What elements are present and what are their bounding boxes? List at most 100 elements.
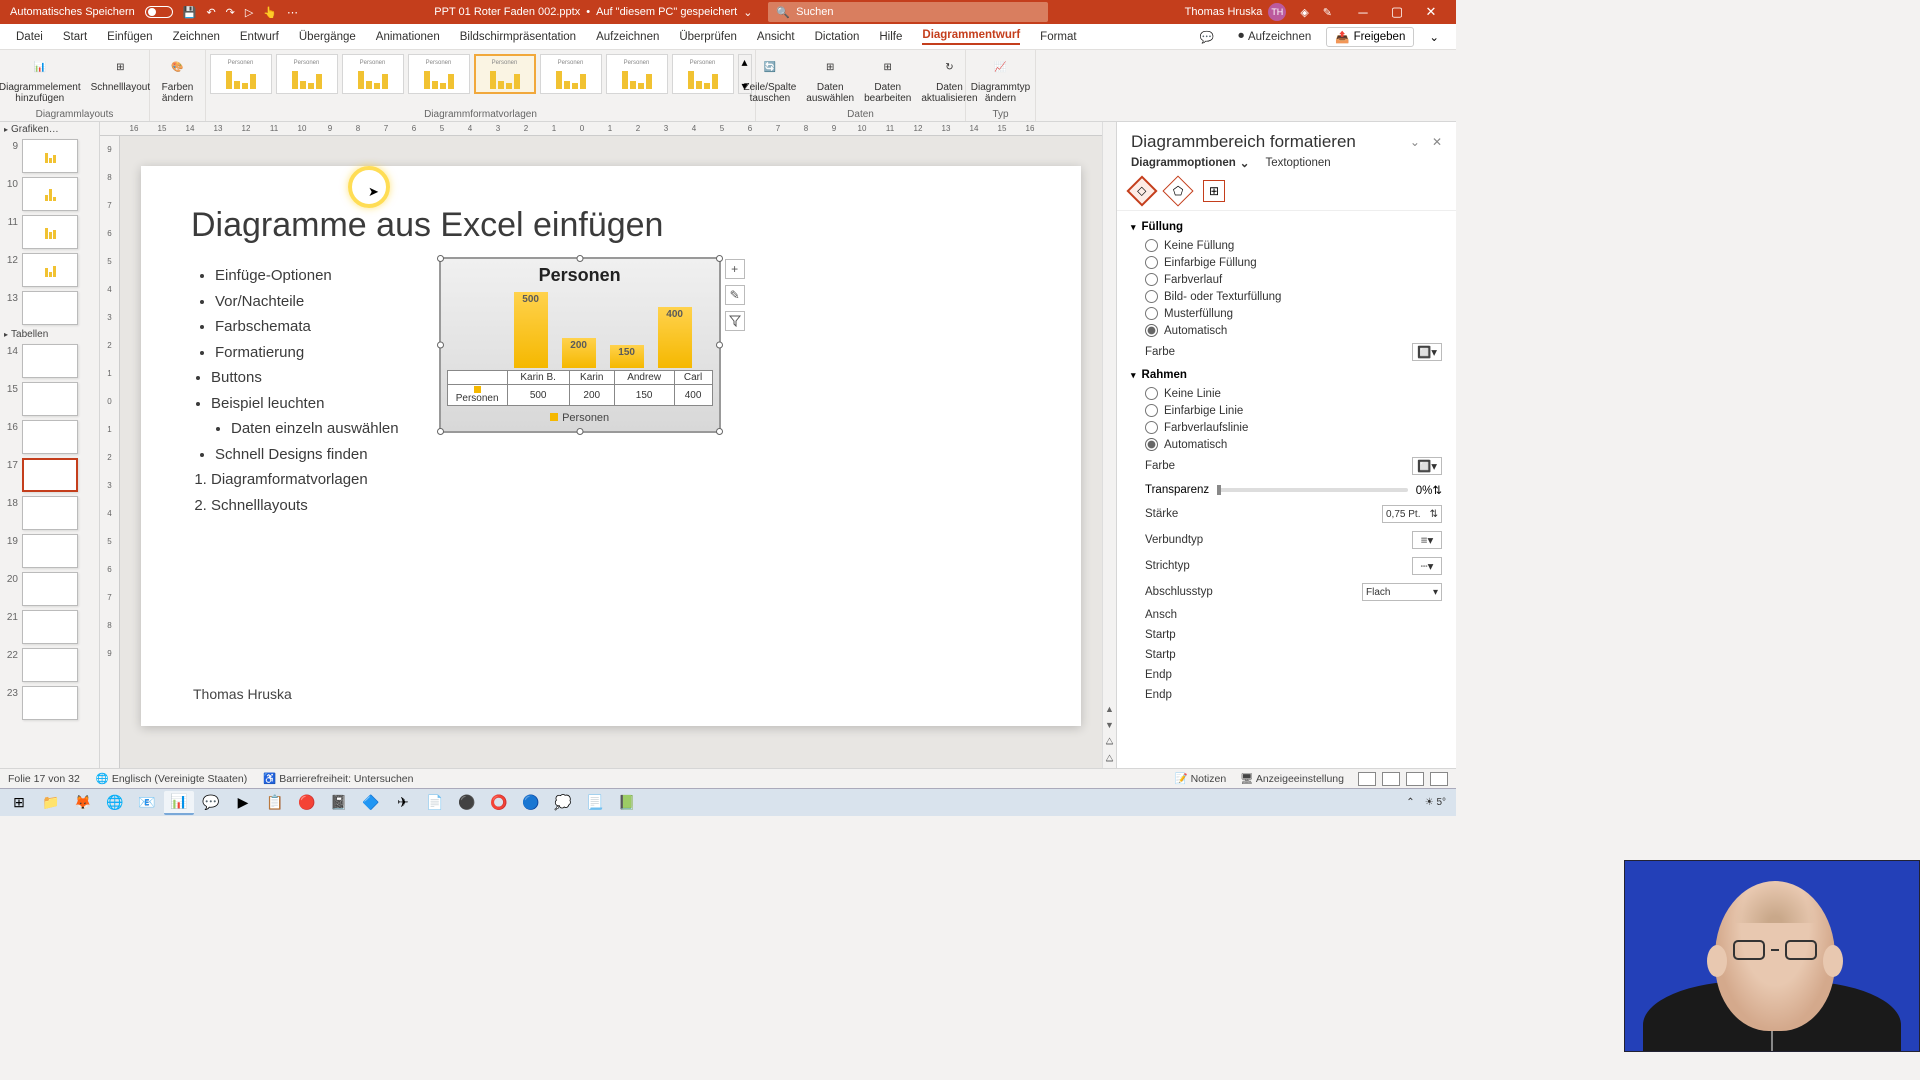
transparenz-slider[interactable] bbox=[1217, 488, 1408, 492]
slide-footer[interactable]: Thomas Hruska bbox=[193, 686, 292, 702]
chart-bar[interactable]: 150 bbox=[610, 345, 644, 368]
tab-diagrammentwurf[interactable]: Diagrammentwurf bbox=[912, 24, 1030, 49]
task-app8[interactable]: 💭 bbox=[548, 791, 578, 815]
tab-zeichnen[interactable]: Zeichnen bbox=[163, 24, 230, 49]
task-telegram[interactable]: ✈ bbox=[388, 791, 418, 815]
chart-filter-button[interactable] bbox=[725, 311, 745, 331]
freigeben-button[interactable]: 📤 Freigeben bbox=[1326, 27, 1414, 47]
chart-object[interactable]: Personen 500 200 150 400 Karin B. Karin bbox=[439, 257, 721, 433]
task-vs[interactable]: 🔷 bbox=[356, 791, 386, 815]
slide-bullets[interactable]: Einfüge-Optionen Vor/Nachteile Farbschem… bbox=[191, 263, 399, 518]
task-firefox[interactable]: 🦊 bbox=[68, 791, 98, 815]
schnelllayout-button[interactable]: ⊞ Schnelllayout bbox=[87, 52, 154, 95]
chart-style-3[interactable]: Personen bbox=[342, 54, 404, 94]
tab-uebergaenge[interactable]: Übergänge bbox=[289, 24, 366, 49]
chart-legend[interactable]: Personen bbox=[447, 412, 713, 424]
reading-view-button[interactable] bbox=[1406, 772, 1424, 786]
slide-thumb-21[interactable] bbox=[22, 610, 78, 644]
slide-thumb-14[interactable] bbox=[22, 344, 78, 378]
slide-thumb-12[interactable] bbox=[22, 253, 78, 287]
chart-title[interactable]: Personen bbox=[447, 265, 713, 286]
tab-einfuegen[interactable]: Einfügen bbox=[97, 24, 162, 49]
aufzeichnen-button[interactable]: ⏺ Aufzeichnen bbox=[1229, 27, 1320, 46]
task-app9[interactable]: 📃 bbox=[580, 791, 610, 815]
slide[interactable]: Diagramme aus Excel einfügen Einfüge-Opt… bbox=[141, 166, 1081, 726]
tab-entwurf[interactable]: Entwurf bbox=[230, 24, 289, 49]
pane-collapse-icon[interactable]: ⌄ bbox=[1410, 135, 1420, 149]
next-slide-icon[interactable]: ⧋ bbox=[1105, 753, 1113, 764]
scroll-down-icon[interactable]: ▼ bbox=[1105, 720, 1114, 730]
chart-data-table[interactable]: Karin B. Karin Andrew Carl Personen 500 … bbox=[447, 370, 713, 406]
task-vlc[interactable]: ▶ bbox=[228, 791, 258, 815]
close-button[interactable]: ✕ bbox=[1414, 0, 1448, 24]
pane-close-icon[interactable]: ✕ bbox=[1432, 135, 1442, 149]
sel-handle[interactable] bbox=[437, 342, 444, 349]
group-tabellen[interactable]: Tabellen bbox=[0, 327, 99, 342]
chart-styles-button[interactable]: ✎ bbox=[725, 285, 745, 305]
notes-button[interactable]: 📝 Notizen bbox=[1175, 772, 1227, 785]
task-onenote[interactable]: 📓 bbox=[324, 791, 354, 815]
radio-muster[interactable]: Musterfüllung bbox=[1131, 305, 1442, 322]
transparenz-input[interactable]: 0%⇅ bbox=[1416, 483, 1442, 497]
radio-keine-linie[interactable]: Keine Linie bbox=[1131, 385, 1442, 402]
prev-slide-icon[interactable]: ⧋ bbox=[1105, 736, 1113, 747]
slide-thumb-15[interactable] bbox=[22, 382, 78, 416]
slide-panel[interactable]: Grafiken… 9 10 11 12 13 Tabellen 14 15 1… bbox=[0, 122, 100, 768]
chart-style-7[interactable]: Personen bbox=[606, 54, 668, 94]
slide-thumb-19[interactable] bbox=[22, 534, 78, 568]
tab-animationen[interactable]: Animationen bbox=[366, 24, 450, 49]
task-app3[interactable]: 🔴 bbox=[292, 791, 322, 815]
chart-elements-button[interactable]: + bbox=[725, 259, 745, 279]
minimize-button[interactable]: ─ bbox=[1346, 0, 1380, 24]
chart-style-1[interactable]: Personen bbox=[210, 54, 272, 94]
chart-plot[interactable]: 500 200 150 400 bbox=[447, 292, 713, 368]
tab-hilfe[interactable]: Hilfe bbox=[869, 24, 912, 49]
sorter-view-button[interactable] bbox=[1382, 772, 1400, 786]
sel-handle[interactable] bbox=[437, 428, 444, 435]
user-badge[interactable]: Thomas Hruska TH bbox=[1185, 3, 1287, 21]
tray-chevron-icon[interactable]: ⌃ bbox=[1406, 797, 1414, 808]
task-app2[interactable]: 📋 bbox=[260, 791, 290, 815]
daten-auswaehlen-button[interactable]: ⊞Daten auswählen bbox=[802, 52, 858, 106]
line-color-picker[interactable]: 🔲▾ bbox=[1412, 457, 1442, 475]
sel-handle[interactable] bbox=[716, 428, 723, 435]
present-icon[interactable]: ▷ bbox=[245, 6, 253, 19]
slide-title[interactable]: Diagramme aus Excel einfügen bbox=[191, 206, 1031, 245]
tab-dictation[interactable]: Dictation bbox=[805, 24, 870, 49]
chart-style-6[interactable]: Personen bbox=[540, 54, 602, 94]
task-powerpoint[interactable]: 📊 bbox=[164, 791, 194, 815]
slide-thumb-17[interactable] bbox=[22, 458, 78, 492]
chart-bar[interactable]: 200 bbox=[562, 338, 596, 368]
chart-style-5[interactable]: Personen bbox=[474, 54, 536, 94]
group-grafiken[interactable]: Grafiken… bbox=[0, 122, 99, 137]
diagrammelement-button[interactable]: 📊 Diagrammelement hinzufügen bbox=[0, 52, 85, 106]
pane-size-icon[interactable]: ⊞ bbox=[1203, 180, 1225, 202]
comments-button[interactable]: 💬 bbox=[1191, 27, 1223, 47]
abschlusstyp-select[interactable]: Flach▾ bbox=[1362, 583, 1442, 601]
chart-style-4[interactable]: Personen bbox=[408, 54, 470, 94]
farben-aendern-button[interactable]: 🎨 Farben ändern bbox=[156, 52, 199, 106]
slide-thumb-16[interactable] bbox=[22, 420, 78, 454]
tab-ansicht[interactable]: Ansicht bbox=[747, 24, 805, 49]
slide-thumb-13[interactable] bbox=[22, 291, 78, 325]
radio-keine-fuellung[interactable]: Keine Füllung bbox=[1131, 237, 1442, 254]
sel-handle[interactable] bbox=[716, 342, 723, 349]
chart-bar[interactable]: 500 bbox=[514, 292, 548, 368]
radio-einfarbige-fuellung[interactable]: Einfarbige Füllung bbox=[1131, 254, 1442, 271]
task-explorer[interactable]: 📁 bbox=[36, 791, 66, 815]
radio-bild-textur[interactable]: Bild- oder Texturfüllung bbox=[1131, 288, 1442, 305]
tab-ueberpruefen[interactable]: Überprüfen bbox=[669, 24, 747, 49]
group-fuellung[interactable]: Füllung bbox=[1131, 217, 1442, 237]
tab-datei[interactable]: Datei bbox=[6, 24, 53, 49]
display-settings-button[interactable]: 🖥 Anzeigeeinstellung bbox=[1240, 772, 1344, 785]
pane-effects-icon[interactable]: ⬠ bbox=[1162, 175, 1193, 206]
fill-color-picker[interactable]: 🔲▾ bbox=[1412, 343, 1442, 361]
slide-thumb-9[interactable] bbox=[22, 139, 78, 173]
touch-icon[interactable]: 👆 bbox=[263, 6, 277, 19]
tab-aufzeichnen[interactable]: Aufzeichnen bbox=[586, 24, 669, 49]
pane-fill-icon[interactable]: ◇ bbox=[1126, 175, 1157, 206]
status-accessibility[interactable]: ♿ Barrierefreiheit: Untersuchen bbox=[263, 772, 413, 785]
task-app4[interactable]: 📄 bbox=[420, 791, 450, 815]
qat-more-icon[interactable]: ⋯ bbox=[287, 6, 298, 19]
redo-icon[interactable]: ↷ bbox=[226, 6, 235, 19]
